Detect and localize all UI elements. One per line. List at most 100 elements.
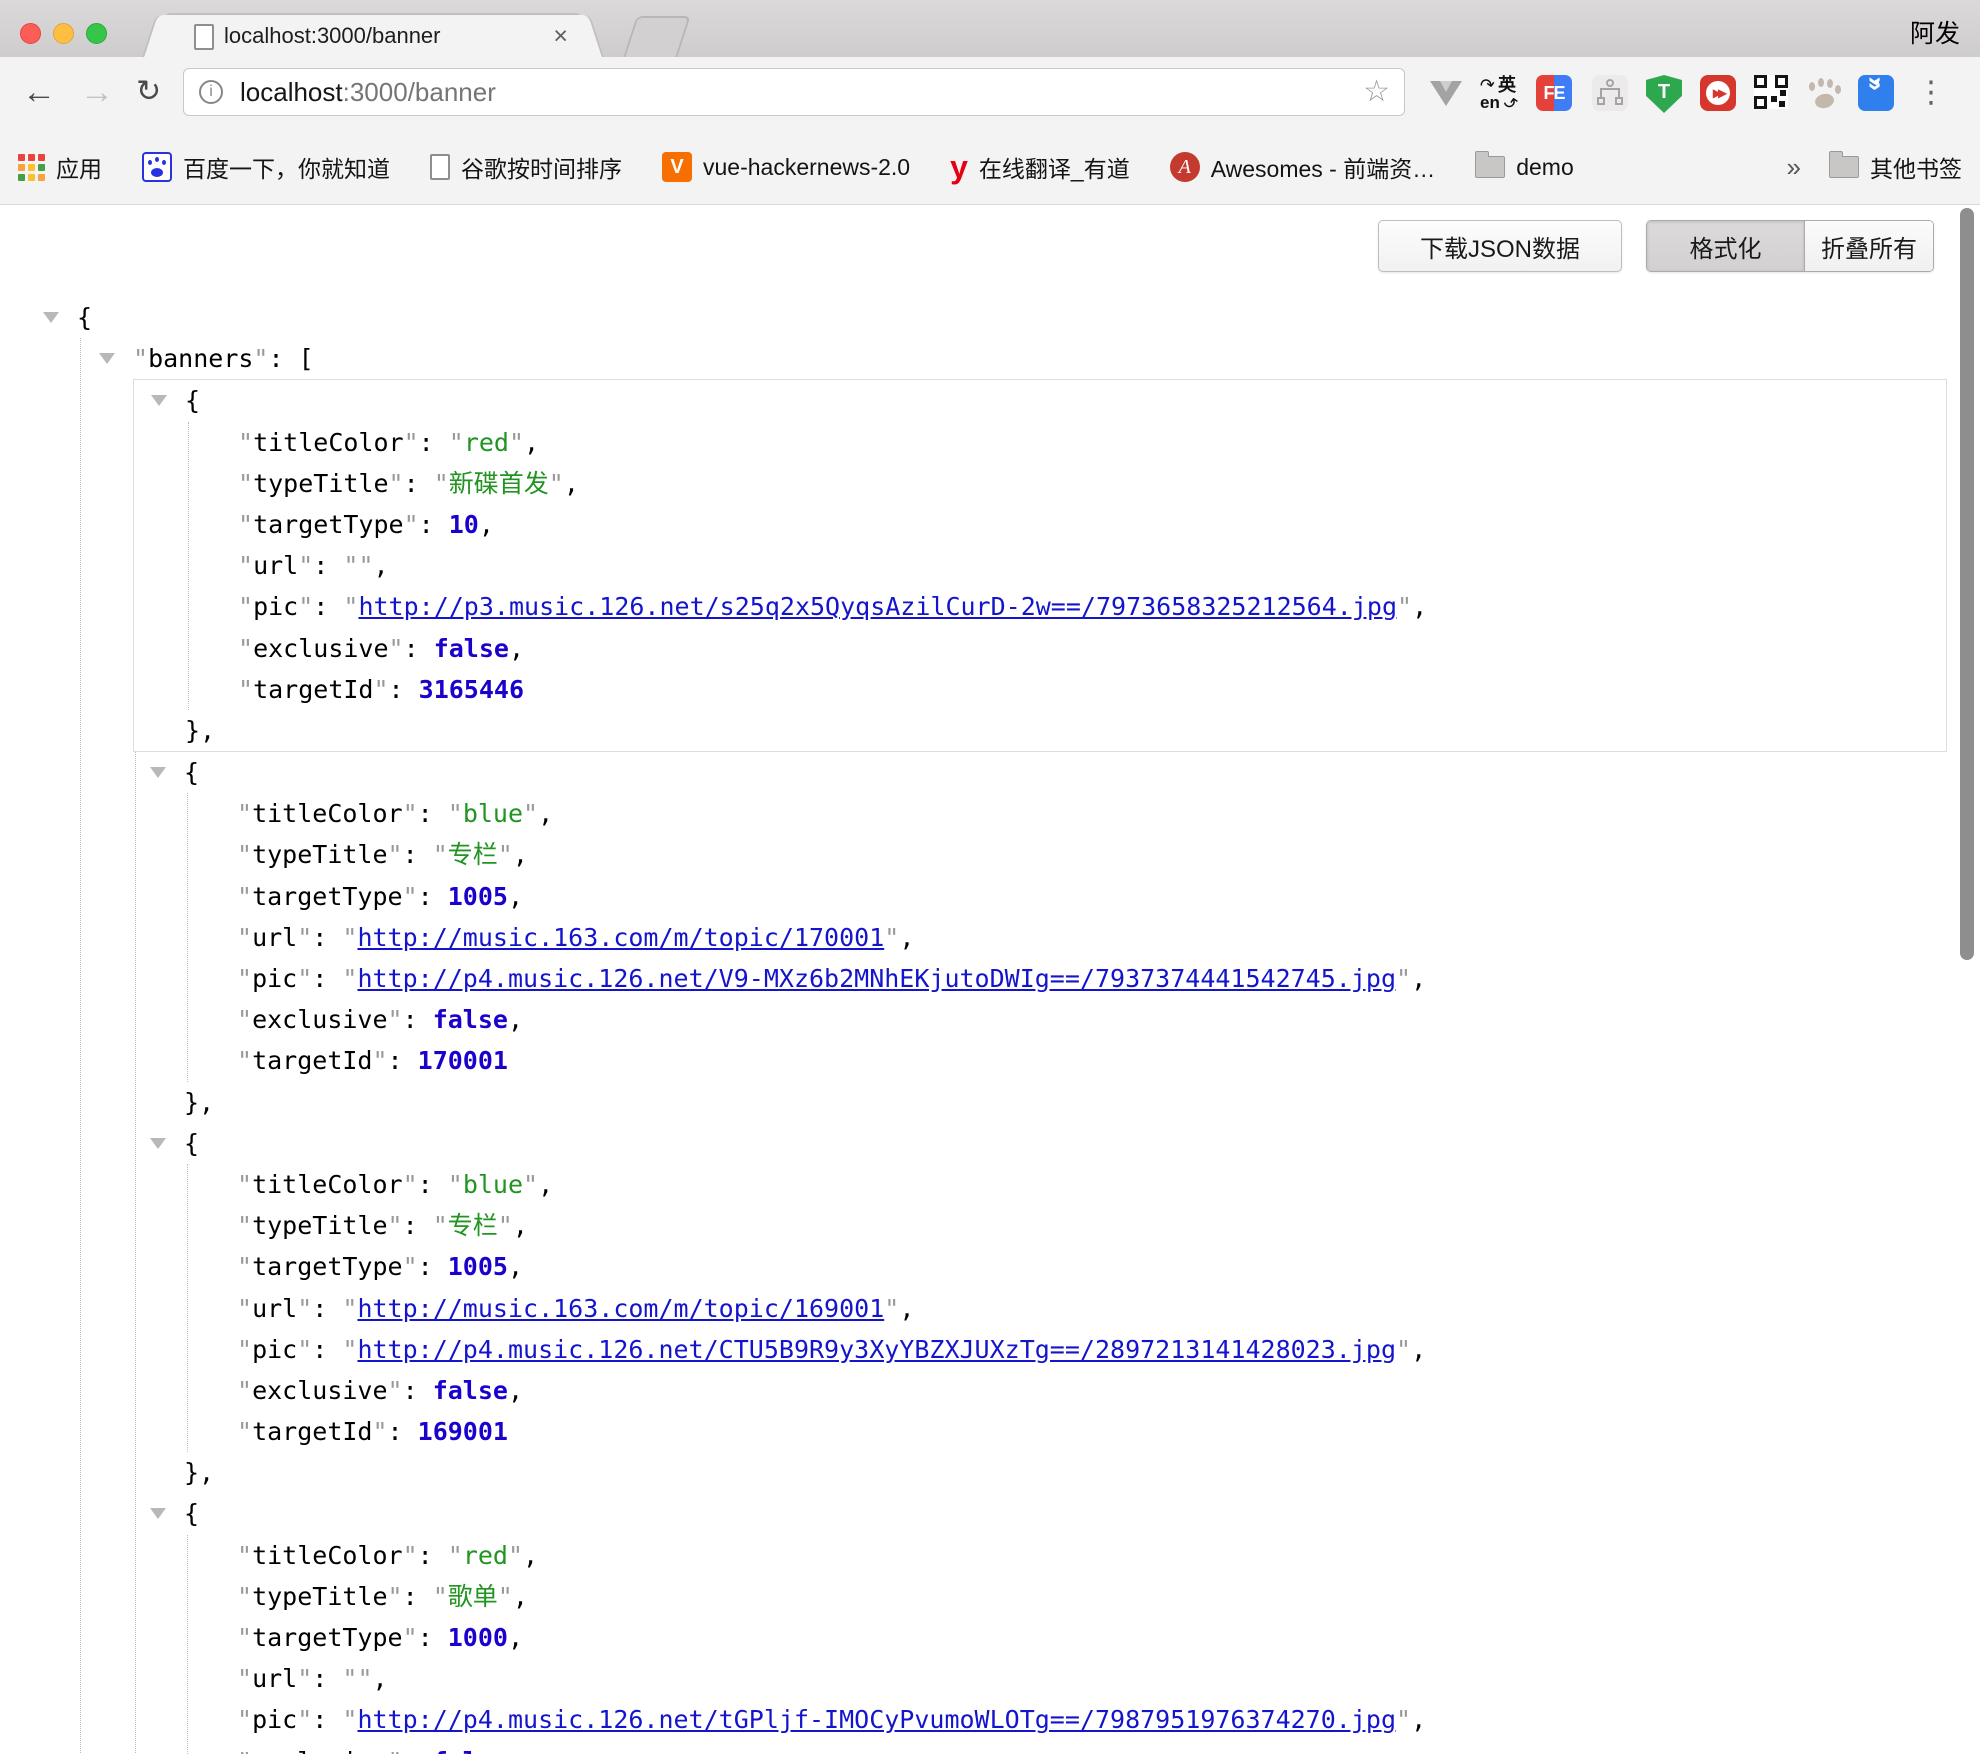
collapse-triangle-icon[interactable] xyxy=(99,353,115,364)
quote-mark: " xyxy=(388,1376,403,1405)
quote-mark: " xyxy=(342,1705,357,1734)
bookmark-item-apps[interactable]: 应用 xyxy=(18,150,102,184)
json-link-value[interactable]: http://music.163.com/m/topic/169001 xyxy=(357,1294,884,1323)
json-punctuation: : xyxy=(404,469,434,498)
json-punctuation: : xyxy=(403,1005,433,1034)
sitemap-extension-icon[interactable] xyxy=(1592,75,1628,111)
bookmark-item-baidu[interactable]: 百度一下，你就知道 xyxy=(142,150,390,184)
window-zoom-button[interactable] xyxy=(86,23,107,44)
json-link-value[interactable]: http://p4.music.126.net/V9-MXz6b2MNhEKju… xyxy=(357,964,1396,993)
json-link-value[interactable]: http://p3.music.126.net/s25q2x5QyqsAzilC… xyxy=(358,592,1397,621)
translate-en-glyph: en xyxy=(1480,93,1500,113)
json-link-value[interactable]: http://p4.music.126.net/tGPljf-IMOCyPvum… xyxy=(357,1705,1396,1734)
download-json-button[interactable]: 下载JSON数据 xyxy=(1378,220,1622,272)
quote-mark: " xyxy=(237,1376,252,1405)
bookmark-label: 应用 xyxy=(56,150,102,184)
bookmark-item-google-sort[interactable]: 谷歌按时间排序 xyxy=(430,150,622,184)
fe-extension-icon[interactable]: FE xyxy=(1536,75,1572,111)
collapse-triangle-icon[interactable] xyxy=(43,312,59,323)
json-string-value: red xyxy=(464,428,509,457)
json-property-line: "pic": "http://p4.music.126.net/V9-MXz6b… xyxy=(237,958,1980,999)
json-string-value: blue xyxy=(463,799,523,828)
quote-mark: " xyxy=(433,1211,448,1240)
browser-user-name[interactable]: 阿发 xyxy=(1910,14,1960,50)
quote-mark: " xyxy=(372,1417,387,1446)
json-key: titleColor xyxy=(252,1170,403,1199)
json-punctuation: : xyxy=(403,1582,433,1611)
json-property-line: "targetType": 1005, xyxy=(237,876,1980,917)
bookmark-item-vue-hackernews[interactable]: V vue-hackernews-2.0 xyxy=(662,152,910,182)
bookmark-star-icon[interactable]: ☆ xyxy=(1363,69,1390,115)
back-icon[interactable]: ← xyxy=(22,57,56,130)
collapse-triangle-icon[interactable] xyxy=(150,1138,166,1149)
bookmarks-overflow-icon[interactable]: » xyxy=(1787,152,1801,183)
quote-mark: " xyxy=(343,551,358,580)
quote-mark: " xyxy=(884,923,899,952)
quote-mark: " xyxy=(298,592,313,621)
json-key: exclusive xyxy=(252,1005,387,1034)
translate-extension-icon[interactable]: ↷ 英 en ↶ xyxy=(1480,75,1516,111)
json-punctuation: : xyxy=(312,1705,342,1734)
browser-tab[interactable]: localhost:3000/banner × xyxy=(162,13,584,57)
window-minimize-button[interactable] xyxy=(53,23,74,44)
collapse-triangle-icon[interactable] xyxy=(150,1508,166,1519)
new-tab-button[interactable] xyxy=(623,16,690,57)
json-punctuation: : xyxy=(312,1294,342,1323)
video-player-extension-icon[interactable]: ▶▶ xyxy=(1700,75,1736,111)
address-bar[interactable]: i localhost:3000/banner ☆ xyxy=(183,68,1405,116)
bookmark-item-youdao[interactable]: y 在线翻译_有道 xyxy=(950,150,1130,184)
getter-extension-icon[interactable]: » xyxy=(1858,75,1894,111)
json-property-line: "exclusive": false xyxy=(237,1741,1980,1754)
json-key: pic xyxy=(252,1705,297,1734)
paw-extension-icon[interactable] xyxy=(1806,75,1842,111)
json-punctuation: , xyxy=(523,1541,538,1570)
json-property-line: "typeTitle": "专栏", xyxy=(237,834,1980,875)
quote-mark: " xyxy=(403,799,418,828)
collapse-all-button[interactable]: 折叠所有 xyxy=(1804,221,1933,271)
bookmark-item-demo[interactable]: demo xyxy=(1475,154,1574,181)
json-key: targetType xyxy=(253,510,404,539)
quote-mark: " xyxy=(237,1335,252,1364)
collapse-triangle-icon[interactable] xyxy=(151,395,167,406)
quote-mark: " xyxy=(448,1170,463,1199)
quote-mark: " xyxy=(237,882,252,911)
json-property-line: "targetType": 1005, xyxy=(237,1246,1980,1287)
json-punctuation: : xyxy=(312,1664,342,1693)
json-punctuation: { xyxy=(184,1129,199,1158)
reload-icon[interactable]: ↻ xyxy=(136,57,161,130)
bookmark-item-awesomes[interactable]: A Awesomes - 前端资… xyxy=(1170,150,1436,184)
quote-mark: " xyxy=(508,1541,523,1570)
other-bookmarks[interactable]: 其他书签 xyxy=(1829,150,1962,184)
collapse-triangle-icon[interactable] xyxy=(150,767,166,778)
browser-menu-icon[interactable]: ⋮ xyxy=(1916,75,1938,111)
youdao-y-icon: y xyxy=(950,152,968,182)
page-info-icon[interactable]: i xyxy=(199,80,223,104)
folder-icon xyxy=(1829,156,1859,178)
quote-mark: " xyxy=(253,344,268,373)
json-key: typeTitle xyxy=(252,840,387,869)
json-punctuation: , xyxy=(1412,592,1427,621)
json-link-value[interactable]: http://p4.music.126.net/CTU5B9R9y3XyYBZX… xyxy=(357,1335,1396,1364)
quote-mark: " xyxy=(389,634,404,663)
json-key: url xyxy=(252,1294,297,1323)
quote-mark: " xyxy=(238,428,253,457)
quote-mark: " xyxy=(237,1005,252,1034)
forward-icon[interactable]: → xyxy=(80,57,114,130)
quote-mark: " xyxy=(237,1623,252,1652)
shield-extension-icon[interactable]: T xyxy=(1646,75,1682,113)
vue-devtools-extension-icon[interactable] xyxy=(1428,75,1464,111)
quote-mark: " xyxy=(237,1705,252,1734)
json-punctuation: { xyxy=(184,758,199,787)
other-bookmarks-label: 其他书签 xyxy=(1870,150,1962,184)
json-link-value[interactable]: http://music.163.com/m/topic/170001 xyxy=(357,923,884,952)
json-property-line: "targetType": 10, xyxy=(238,504,1946,545)
qr-code-extension-icon[interactable] xyxy=(1754,75,1788,109)
tab-close-icon[interactable]: × xyxy=(553,15,568,57)
json-number-value: 10 xyxy=(449,510,479,539)
window-close-button[interactable] xyxy=(20,23,41,44)
fast-forward-glyph: ▶▶ xyxy=(1700,75,1736,111)
json-viewer: {"banners": [{"titleColor": "red","typeT… xyxy=(0,205,1980,1754)
vertical-scrollbar[interactable] xyxy=(1960,208,1974,960)
quote-mark: " xyxy=(297,1705,312,1734)
format-button[interactable]: 格式化 xyxy=(1647,221,1804,271)
